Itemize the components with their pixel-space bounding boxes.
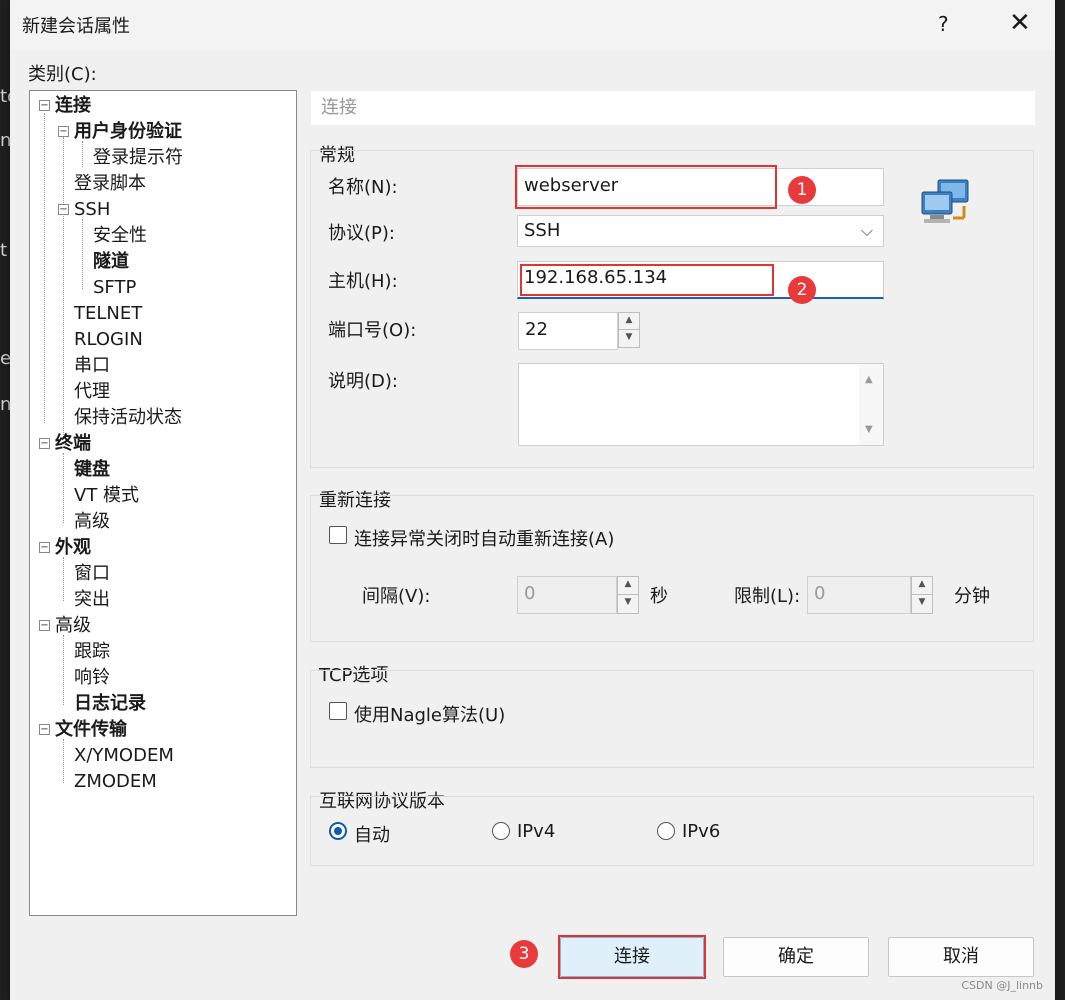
help-button[interactable]: ?	[938, 12, 949, 36]
limit-spinner[interactable]: ▲ ▼	[911, 576, 933, 614]
tree-item-logging[interactable]: 日志记录	[74, 691, 146, 717]
tree-item-xymodem[interactable]: X/YMODEM	[74, 743, 174, 769]
computer-network-icon	[921, 179, 969, 223]
scroll-down-icon[interactable]: ▼	[865, 424, 873, 435]
tree-connector	[63, 557, 64, 601]
tree-item-file-transfer[interactable]: 文件传输	[55, 717, 127, 743]
tree-item-serial[interactable]: 串口	[74, 353, 110, 379]
reconnect-group	[310, 495, 1034, 642]
auto-reconnect-label: 连接异常关闭时自动重新连接(A)	[354, 529, 615, 550]
collapse-toggle-icon[interactable]: −	[39, 542, 50, 553]
description-textarea[interactable]: ▲ ▼	[518, 363, 884, 446]
host-label: 主机(H):	[328, 271, 398, 292]
radio-auto[interactable]	[329, 822, 347, 840]
limit-unit: 分钟	[954, 586, 990, 607]
highlight-box	[558, 935, 706, 979]
title-bar: 新建会话属性 ? ✕	[10, 0, 1055, 50]
tree-item-zmodem[interactable]: ZMODEM	[74, 769, 157, 795]
panel-title: 连接	[311, 91, 1035, 125]
chevron-down-icon: ⌵	[860, 221, 873, 240]
tree-item-ssh[interactable]: SSH	[74, 197, 110, 223]
radio-auto-label: 自动	[354, 825, 390, 846]
description-label: 说明(D):	[328, 371, 398, 392]
tree-item-highlight[interactable]: 突出	[74, 587, 110, 613]
tree-item-appearance[interactable]: 外观	[55, 535, 91, 561]
spin-up-icon[interactable]: ▲	[618, 577, 638, 595]
nagle-checkbox[interactable]	[329, 702, 347, 720]
auto-reconnect-checkbox[interactable]	[329, 526, 347, 544]
limit-input[interactable]: 0	[807, 576, 911, 614]
tree-item-login-prompts[interactable]: 登录提示符	[93, 145, 183, 171]
tree-item-security[interactable]: 安全性	[93, 223, 147, 249]
highlight-box	[515, 165, 777, 209]
name-label: 名称(N):	[328, 177, 398, 198]
tree-item-terminal[interactable]: 终端	[55, 431, 91, 457]
protocol-value: SSH	[524, 220, 561, 241]
category-label: 类别(C):	[28, 64, 97, 85]
interval-input[interactable]: 0	[517, 576, 617, 614]
tree-connector	[63, 739, 64, 783]
protocol-select[interactable]: SSH ⌵	[517, 215, 884, 247]
protocol-label: 协议(P):	[328, 223, 395, 244]
tree-item-login-script[interactable]: 登录脚本	[74, 171, 146, 197]
textarea-scrollbar[interactable]: ▲ ▼	[859, 364, 883, 445]
tree-item-terminal-advanced[interactable]: 高级	[74, 509, 110, 535]
collapse-toggle-icon[interactable]: −	[58, 204, 69, 215]
collapse-toggle-icon[interactable]: −	[39, 620, 50, 631]
limit-label: 限制(L):	[734, 586, 801, 607]
collapse-toggle-icon[interactable]: −	[58, 126, 69, 137]
tree-item-keepalive[interactable]: 保持活动状态	[74, 405, 182, 431]
tree-item-window[interactable]: 窗口	[74, 561, 110, 587]
tree-item-vt-mode[interactable]: VT 模式	[74, 483, 139, 509]
collapse-toggle-icon[interactable]: −	[39, 100, 50, 111]
collapse-toggle-icon[interactable]: −	[39, 724, 50, 735]
tree-connector	[63, 137, 64, 437]
close-button[interactable]: ✕	[1009, 8, 1031, 38]
tree-connector	[82, 219, 83, 289]
interval-label: 间隔(V):	[362, 586, 431, 607]
nagle-label: 使用Nagle算法(U)	[354, 705, 506, 726]
interval-spinner[interactable]: ▲ ▼	[617, 576, 639, 614]
tree-item-proxy[interactable]: 代理	[74, 379, 110, 405]
tree-item-telnet[interactable]: TELNET	[74, 301, 142, 327]
spin-up-icon[interactable]: ▲	[912, 577, 932, 595]
tree-connector	[44, 113, 45, 423]
step-badge: 1	[788, 176, 816, 204]
step-badge: 3	[510, 940, 538, 968]
tree-item-sftp[interactable]: SFTP	[93, 275, 136, 301]
step-badge: 2	[788, 276, 816, 304]
background-text: t	[0, 240, 8, 261]
tree-item-keyboard[interactable]: 键盘	[74, 457, 110, 483]
radio-ipv4[interactable]	[492, 822, 510, 840]
highlight-box	[520, 264, 774, 296]
spin-down-icon[interactable]: ▼	[912, 595, 932, 613]
spin-down-icon[interactable]: ▼	[618, 595, 638, 613]
collapse-toggle-icon[interactable]: −	[39, 438, 50, 449]
window-title: 新建会话属性	[22, 16, 130, 37]
tree-item-tunnels[interactable]: 隧道	[93, 249, 129, 275]
port-input[interactable]: 22	[518, 312, 618, 350]
radio-ipv6-label: IPv6	[682, 821, 721, 842]
tree-connector	[63, 635, 64, 705]
radio-ipv4-label: IPv4	[517, 821, 556, 842]
tree-item-auth[interactable]: 用户身份验证	[74, 119, 182, 145]
tree-item-bell[interactable]: 响铃	[74, 665, 110, 691]
port-spinner[interactable]: ▲ ▼	[618, 312, 640, 348]
scroll-up-icon[interactable]: ▲	[865, 374, 873, 385]
port-label: 端口号(O):	[328, 320, 417, 341]
tree-item-trace[interactable]: 跟踪	[74, 639, 110, 665]
category-tree[interactable]: − 连接 − 用户身份验证 登录提示符 登录脚本 − SSH 安全性 隧道 SF…	[29, 90, 297, 916]
spin-down-icon[interactable]: ▼	[619, 330, 639, 347]
spin-up-icon[interactable]: ▲	[619, 313, 639, 330]
radio-ipv6[interactable]	[657, 822, 675, 840]
watermark: CSDN @J_linnb	[961, 979, 1043, 992]
interval-unit: 秒	[650, 586, 668, 607]
tree-item-advanced[interactable]: 高级	[55, 613, 91, 639]
tree-item-connection[interactable]: 连接	[55, 93, 91, 119]
ok-button[interactable]: 确定	[723, 937, 869, 977]
cancel-button[interactable]: 取消	[888, 937, 1034, 977]
tree-item-rlogin[interactable]: RLOGIN	[74, 327, 143, 353]
session-properties-dialog: 新建会话属性 ? ✕ 类别(C): − 连接 − 用户身份验证 登录提示符 登录…	[10, 0, 1055, 1000]
tree-connector	[63, 453, 64, 523]
